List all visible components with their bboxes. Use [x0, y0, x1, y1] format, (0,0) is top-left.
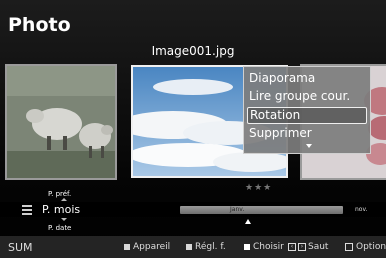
sort-option-previous[interactable]: P. préf. — [48, 190, 71, 198]
page-title: Photo — [8, 14, 71, 36]
help-device: Appareil — [133, 242, 171, 252]
menu-item-delete[interactable]: Supprimer — [247, 125, 367, 142]
button-key-icon — [186, 244, 192, 250]
timeline-position-marker — [245, 219, 251, 224]
menu-item-play-current-group[interactable]: Lire groupe cour. — [247, 88, 367, 105]
timeline-track[interactable] — [180, 206, 343, 214]
menu-item-slideshow[interactable]: Diaporama — [247, 70, 367, 87]
source-label: SUM — [8, 241, 33, 254]
sheep-photo — [7, 66, 115, 178]
current-filename: Image001.jpg — [151, 44, 235, 58]
chevron-up-icon — [61, 198, 67, 201]
rating-stars: ★★★ — [245, 183, 273, 193]
skip-back-icon: ‹ — [288, 243, 296, 251]
button-key-icon — [244, 244, 250, 250]
sort-option-current[interactable]: P. mois — [42, 203, 80, 216]
timeline-next-label: nov. — [355, 206, 368, 213]
chevron-down-icon — [61, 218, 67, 221]
help-skip: Saut — [308, 242, 329, 252]
photo-thumbnail-previous[interactable] — [5, 64, 117, 180]
options-menu: Diaporama Lire groupe cour. Rotation Sup… — [243, 66, 371, 154]
help-select: Choisir — [253, 242, 284, 252]
help-options: Options — [356, 242, 386, 252]
chevron-down-icon[interactable] — [306, 144, 312, 148]
list-icon — [22, 205, 32, 215]
help-filter-settings: Régl. f. — [195, 242, 226, 252]
menu-item-rotate[interactable]: Rotation — [247, 107, 367, 124]
sort-option-next[interactable]: P. date — [48, 224, 71, 232]
photo-browser-screen: Photo Image001.jpg Diaporama Lire groupe… — [0, 0, 386, 258]
tools-icon — [345, 243, 353, 251]
button-key-icon — [124, 244, 130, 250]
timeline-current-label: Janv. — [230, 206, 245, 213]
skip-forward-icon: › — [298, 243, 306, 251]
